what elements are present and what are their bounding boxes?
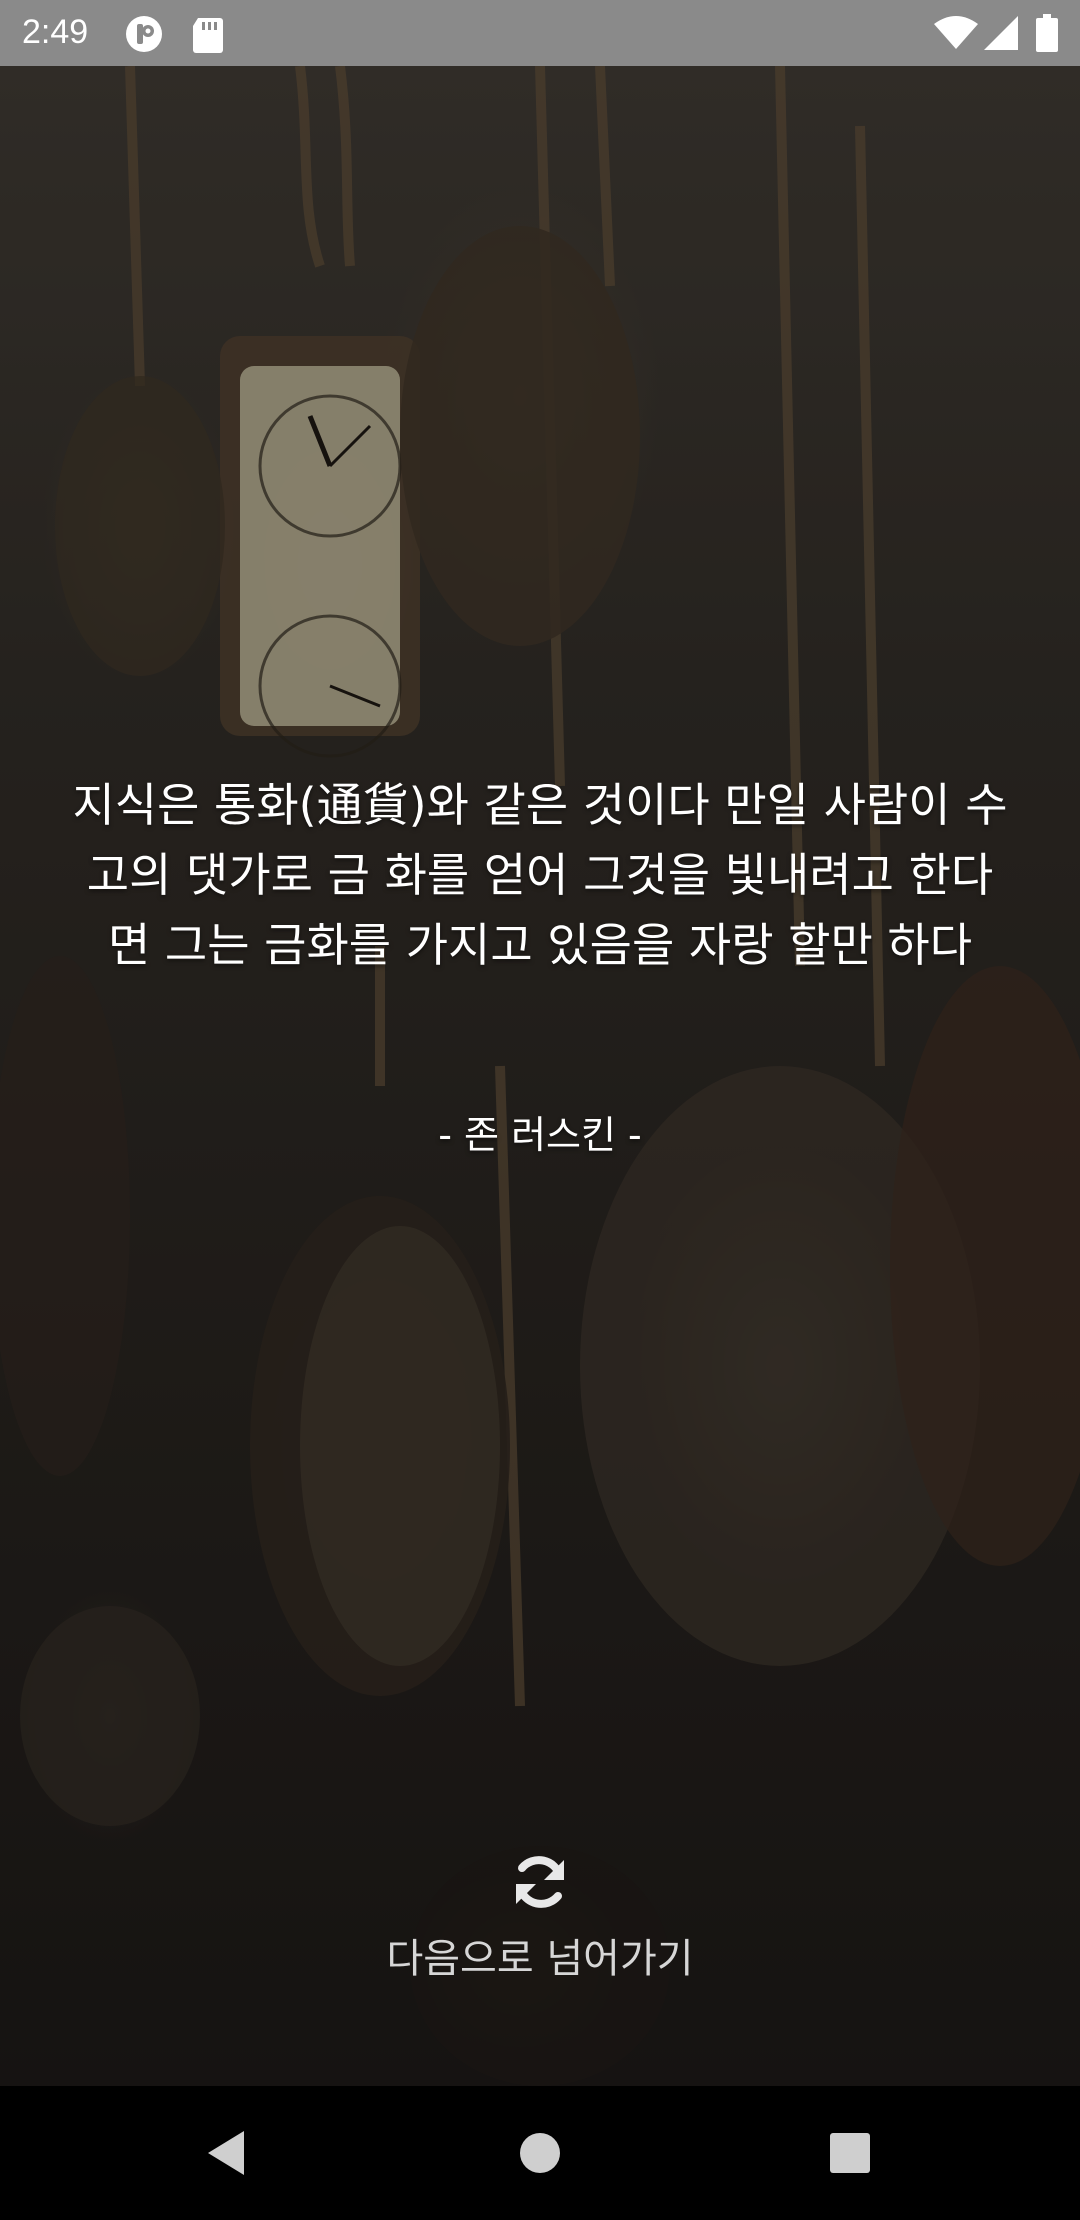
battery-icon — [1036, 14, 1058, 56]
status-time: 2:49 — [22, 13, 89, 51]
wifi-icon — [934, 16, 978, 54]
recents-button[interactable] — [790, 2086, 910, 2220]
recents-icon[interactable] — [829, 2132, 871, 2174]
sd-card-icon — [190, 14, 230, 54]
home-icon[interactable] — [518, 2131, 562, 2175]
back-icon[interactable] — [204, 2129, 248, 2177]
navigation-bar — [0, 2086, 1080, 2220]
next-quote-label[interactable]: 다음으로 넘어가기 — [340, 1934, 740, 1984]
back-button[interactable] — [166, 2086, 286, 2220]
next-quote-button[interactable]: 다음으로 넘어가기 — [340, 1850, 740, 2010]
refresh-icon[interactable] — [508, 1850, 572, 1914]
quote-author: - 존 러스킨 - — [438, 1113, 642, 1157]
quote-text: 지식은 통화(通貨)와 같은 것이다 만일 사람이 수고의 댓가로 금 화를 얻… — [72, 778, 1008, 972]
background-dim-overlay — [0, 66, 1080, 2086]
status-bar: 2:49 — [0, 0, 1080, 66]
home-button[interactable] — [480, 2086, 600, 2220]
cell-signal-icon — [984, 16, 1018, 54]
assistant-icon — [124, 14, 164, 54]
screen: 2:49 지식은 통화(通貨)와 같은 것이다 만일 사람이 수고의 댓가로 금… — [0, 0, 1080, 2220]
